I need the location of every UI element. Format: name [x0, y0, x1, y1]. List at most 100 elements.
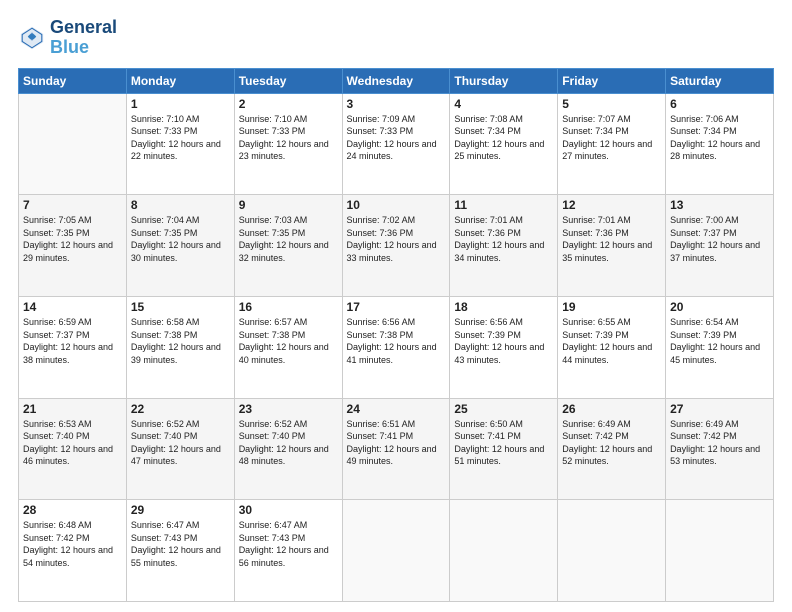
day-detail: Sunrise: 7:10 AMSunset: 7:33 PMDaylight:… [131, 113, 230, 163]
calendar-cell: 7Sunrise: 7:05 AMSunset: 7:35 PMDaylight… [19, 195, 127, 297]
logo-icon [18, 24, 46, 52]
calendar-cell: 18 Sunrise: 6:56 AMSunset: 7:39 PMDayligh… [450, 296, 558, 398]
day-detail: Sunrise: 7:08 AMSunset: 7:34 PMDaylight:… [454, 113, 553, 163]
day-detail: Sunrise: 7:00 AMSunset: 7:37 PMDaylight:… [670, 214, 769, 264]
day-number: 18 [454, 300, 553, 314]
day-detail: Sunrise: 6:47 AMSunset: 7:43 PMDaylight:… [239, 519, 338, 569]
day-detail: Sunrise: 6:56 AMSunset: 7:38 PMDaylight:… [347, 316, 446, 366]
calendar-cell: 23 Sunrise: 6:52 AMSunset: 7:40 PMDayligh… [234, 398, 342, 500]
day-detail: Sunrise: 6:51 AMSunset: 7:41 PMDaylight:… [347, 418, 446, 468]
day-detail: Sunrise: 6:55 AMSunset: 7:39 PMDaylight:… [562, 316, 661, 366]
calendar-cell [558, 500, 666, 602]
calendar-cell: 5 Sunrise: 7:07 AMSunset: 7:34 PMDaylight… [558, 93, 666, 195]
weekday-header: Saturday [666, 68, 774, 93]
day-number: 20 [670, 300, 769, 314]
calendar-cell: 28Sunrise: 6:48 AMSunset: 7:42 PMDayligh… [19, 500, 127, 602]
day-number: 27 [670, 402, 769, 416]
day-detail: Sunrise: 7:07 AMSunset: 7:34 PMDaylight:… [562, 113, 661, 163]
day-detail: Sunrise: 6:53 AMSunset: 7:40 PMDaylight:… [23, 418, 122, 468]
day-number: 14 [23, 300, 122, 314]
calendar-cell: 26 Sunrise: 6:49 AMSunset: 7:42 PMDayligh… [558, 398, 666, 500]
calendar-cell: 3Sunrise: 7:09 AMSunset: 7:33 PMDaylight… [342, 93, 450, 195]
calendar-cell: 21 Sunrise: 6:53 AMSunset: 7:40 PMDayligh… [19, 398, 127, 500]
calendar-cell: 6 Sunrise: 7:06 AMSunset: 7:34 PMDaylight… [666, 93, 774, 195]
calendar-cell [450, 500, 558, 602]
day-detail: Sunrise: 7:01 AMSunset: 7:36 PMDaylight:… [454, 214, 553, 264]
page: General Blue SundayMondayTuesdayWednesda… [0, 0, 792, 612]
day-detail: Sunrise: 7:04 AMSunset: 7:35 PMDaylight:… [131, 214, 230, 264]
day-detail: Sunrise: 6:49 AMSunset: 7:42 PMDaylight:… [562, 418, 661, 468]
calendar-cell: 27 Sunrise: 6:49 AMSunset: 7:42 PMDayligh… [666, 398, 774, 500]
header: General Blue [18, 18, 774, 58]
day-detail: Sunrise: 7:03 AMSunset: 7:35 PMDaylight:… [239, 214, 338, 264]
calendar-cell: 17 Sunrise: 6:56 AMSunset: 7:38 PMDayligh… [342, 296, 450, 398]
day-number: 5 [562, 97, 661, 111]
day-detail: Sunrise: 7:01 AMSunset: 7:36 PMDaylight:… [562, 214, 661, 264]
day-number: 16 [239, 300, 338, 314]
day-number: 12 [562, 198, 661, 212]
logo-text: General Blue [50, 18, 117, 58]
day-number: 29 [131, 503, 230, 517]
day-detail: Sunrise: 6:52 AMSunset: 7:40 PMDaylight:… [239, 418, 338, 468]
calendar-cell: 1 Sunrise: 7:10 AMSunset: 7:33 PMDaylight… [126, 93, 234, 195]
weekday-header: Wednesday [342, 68, 450, 93]
day-number: 1 [131, 97, 230, 111]
day-detail: Sunrise: 6:58 AMSunset: 7:38 PMDaylight:… [131, 316, 230, 366]
day-number: 25 [454, 402, 553, 416]
calendar-cell [19, 93, 127, 195]
day-number: 22 [131, 402, 230, 416]
day-number: 26 [562, 402, 661, 416]
calendar-cell: 30 Sunrise: 6:47 AMSunset: 7:43 PMDayligh… [234, 500, 342, 602]
day-detail: Sunrise: 7:09 AMSunset: 7:33 PMDaylight:… [347, 113, 446, 163]
calendar-cell: 4 Sunrise: 7:08 AMSunset: 7:34 PMDaylight… [450, 93, 558, 195]
calendar-cell: 2Sunrise: 7:10 AMSunset: 7:33 PMDaylight… [234, 93, 342, 195]
day-detail: Sunrise: 6:54 AMSunset: 7:39 PMDaylight:… [670, 316, 769, 366]
day-number: 19 [562, 300, 661, 314]
day-number: 9 [239, 198, 338, 212]
day-number: 30 [239, 503, 338, 517]
calendar-cell: 10Sunrise: 7:02 AMSunset: 7:36 PMDayligh… [342, 195, 450, 297]
day-detail: Sunrise: 6:48 AMSunset: 7:42 PMDaylight:… [23, 519, 122, 569]
calendar-cell: 15 Sunrise: 6:58 AMSunset: 7:38 PMDayligh… [126, 296, 234, 398]
calendar-cell: 9 Sunrise: 7:03 AMSunset: 7:35 PMDaylight… [234, 195, 342, 297]
day-detail: Sunrise: 6:59 AMSunset: 7:37 PMDaylight:… [23, 316, 122, 366]
calendar-cell [342, 500, 450, 602]
calendar-cell: 8 Sunrise: 7:04 AMSunset: 7:35 PMDaylight… [126, 195, 234, 297]
day-detail: Sunrise: 6:52 AMSunset: 7:40 PMDaylight:… [131, 418, 230, 468]
day-number: 10 [347, 198, 446, 212]
day-detail: Sunrise: 7:05 AMSunset: 7:35 PMDaylight:… [23, 214, 122, 264]
day-number: 24 [347, 402, 446, 416]
day-number: 2 [239, 97, 338, 111]
calendar-table: SundayMondayTuesdayWednesdayThursdayFrid… [18, 68, 774, 602]
weekday-header: Friday [558, 68, 666, 93]
logo: General Blue [18, 18, 117, 58]
weekday-header: Monday [126, 68, 234, 93]
day-number: 8 [131, 198, 230, 212]
day-detail: Sunrise: 6:56 AMSunset: 7:39 PMDaylight:… [454, 316, 553, 366]
day-detail: Sunrise: 6:47 AMSunset: 7:43 PMDaylight:… [131, 519, 230, 569]
day-number: 13 [670, 198, 769, 212]
day-number: 21 [23, 402, 122, 416]
day-number: 4 [454, 97, 553, 111]
calendar-cell: 29 Sunrise: 6:47 AMSunset: 7:43 PMDayligh… [126, 500, 234, 602]
day-detail: Sunrise: 6:50 AMSunset: 7:41 PMDaylight:… [454, 418, 553, 468]
day-number: 17 [347, 300, 446, 314]
day-number: 11 [454, 198, 553, 212]
day-detail: Sunrise: 6:49 AMSunset: 7:42 PMDaylight:… [670, 418, 769, 468]
day-number: 15 [131, 300, 230, 314]
weekday-header: Sunday [19, 68, 127, 93]
calendar-cell [666, 500, 774, 602]
day-number: 6 [670, 97, 769, 111]
calendar-cell: 22 Sunrise: 6:52 AMSunset: 7:40 PMDayligh… [126, 398, 234, 500]
calendar-cell: 11 Sunrise: 7:01 AMSunset: 7:36 PMDayligh… [450, 195, 558, 297]
calendar-cell: 14 Sunrise: 6:59 AMSunset: 7:37 PMDayligh… [19, 296, 127, 398]
day-number: 23 [239, 402, 338, 416]
calendar-cell: 24 Sunrise: 6:51 AMSunset: 7:41 PMDayligh… [342, 398, 450, 500]
calendar-cell: 25 Sunrise: 6:50 AMSunset: 7:41 PMDayligh… [450, 398, 558, 500]
calendar-cell: 13 Sunrise: 7:00 AMSunset: 7:37 PMDayligh… [666, 195, 774, 297]
calendar-cell: 19 Sunrise: 6:55 AMSunset: 7:39 PMDayligh… [558, 296, 666, 398]
day-detail: Sunrise: 6:57 AMSunset: 7:38 PMDaylight:… [239, 316, 338, 366]
calendar-cell: 12 Sunrise: 7:01 AMSunset: 7:36 PMDayligh… [558, 195, 666, 297]
day-detail: Sunrise: 7:06 AMSunset: 7:34 PMDaylight:… [670, 113, 769, 163]
weekday-header: Tuesday [234, 68, 342, 93]
